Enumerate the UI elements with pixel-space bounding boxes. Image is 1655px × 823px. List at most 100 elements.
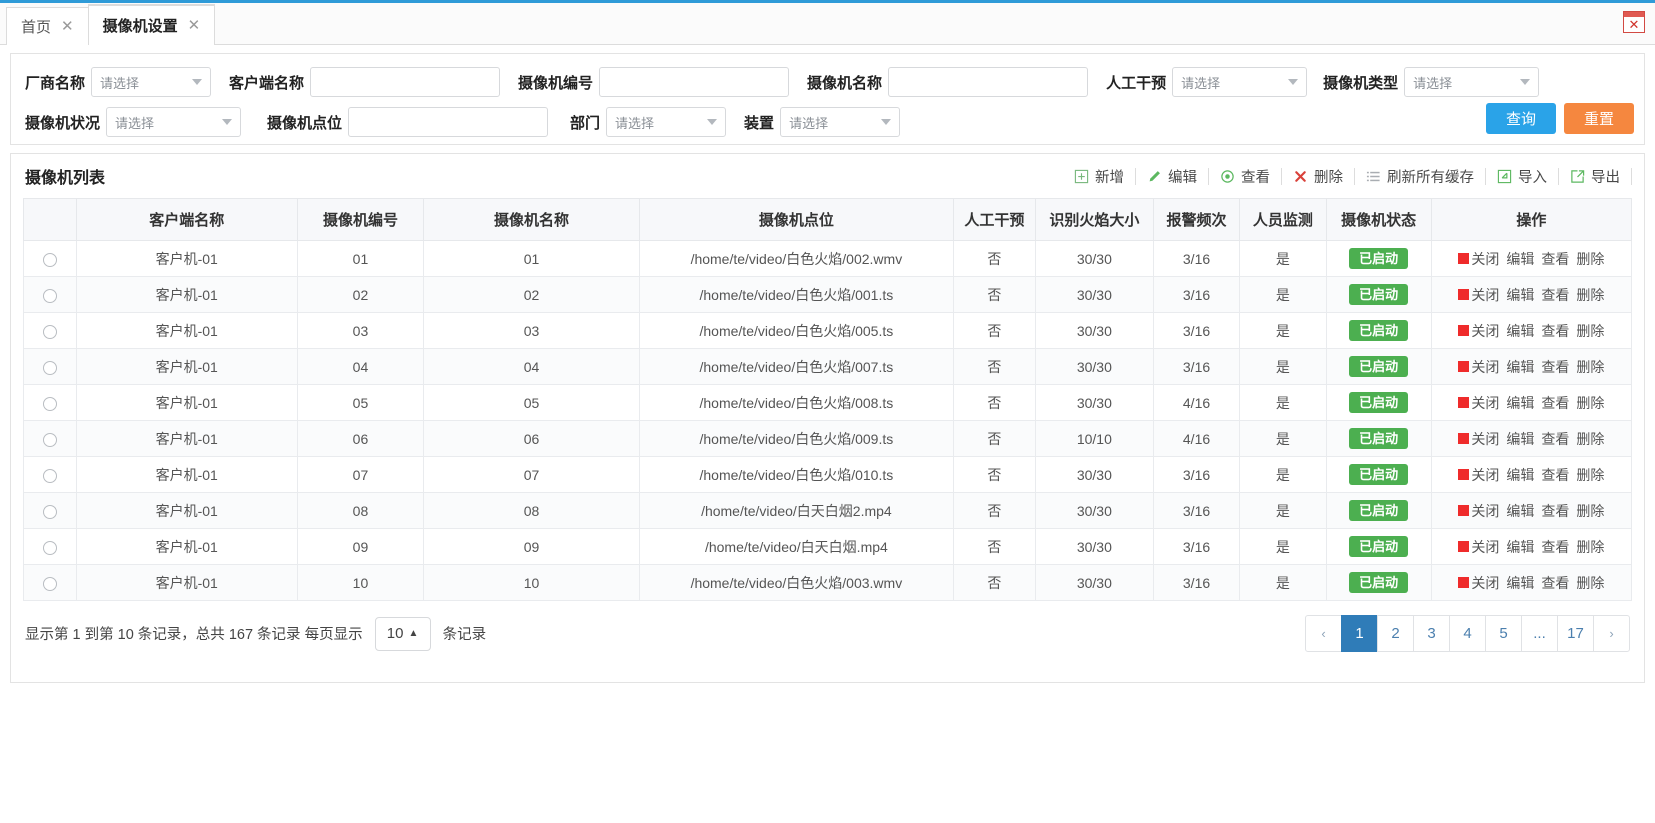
cell-flame-size: 30/30 <box>1034 492 1154 529</box>
op-close-button[interactable]: 关闭 <box>1458 357 1499 377</box>
pagination-page[interactable]: 1 <box>1341 615 1378 652</box>
op-close-button[interactable]: 关闭 <box>1458 537 1499 557</box>
op-delete-button[interactable]: 删除 <box>1576 537 1604 557</box>
op-delete-button[interactable]: 删除 <box>1576 357 1604 377</box>
tab-camera-settings-close-icon[interactable]: ✕ <box>188 18 201 33</box>
pagination-page[interactable]: 17 <box>1557 615 1594 652</box>
table-row[interactable]: 客户机-01 09 09/home/te/video/白天白烟.mp4 否 30/30 3… <box>23 528 1633 565</box>
row-radio[interactable] <box>42 252 57 267</box>
chevron-down-icon <box>1520 79 1531 85</box>
op-delete-button[interactable]: 删除 <box>1576 501 1604 521</box>
op-edit-button[interactable]: 编辑 <box>1506 537 1534 557</box>
filter-camera-condition-select[interactable]: 请选择 <box>106 107 242 137</box>
reset-button[interactable]: 重置 <box>1564 103 1634 134</box>
filter-camera-name-input[interactable] <box>888 67 1089 97</box>
pagination-prev[interactable]: ‹ <box>1305 615 1342 652</box>
op-view-button[interactable]: 查看 <box>1541 537 1569 557</box>
op-edit-button[interactable]: 编辑 <box>1506 285 1534 305</box>
cell-person-monitor: 是 <box>1239 528 1327 565</box>
tab-home[interactable]: 首页 ✕ <box>6 7 89 45</box>
op-delete-button[interactable]: 删除 <box>1576 573 1604 593</box>
pagination-next[interactable]: › <box>1593 615 1630 652</box>
op-close-button[interactable]: 关闭 <box>1458 429 1499 449</box>
record-summary-prefix: 显示第 1 到第 10 条记录，总共 167 条记录 每页显示 <box>25 627 363 643</box>
op-delete-button[interactable]: 删除 <box>1576 393 1604 413</box>
op-view-button[interactable]: 查看 <box>1541 465 1569 485</box>
op-view-button[interactable]: 查看 <box>1541 429 1569 449</box>
table-row[interactable]: 客户机-01 01 01/home/te/video/白色火焰/002.wmv 否 30… <box>23 240 1633 277</box>
filter-department-select[interactable]: 请选择 <box>606 107 727 137</box>
op-view-button[interactable]: 查看 <box>1541 573 1569 593</box>
table-row[interactable]: 客户机-01 06 06/home/te/video/白色火焰/009.ts 否 10/… <box>23 420 1633 457</box>
tab-camera-settings[interactable]: 摄像机设置 ✕ <box>87 4 216 45</box>
page-size-select[interactable]: 10 ▲ <box>374 616 431 651</box>
op-close-button[interactable]: 关闭 <box>1458 501 1499 521</box>
filter-device-select[interactable]: 请选择 <box>780 107 901 137</box>
op-view-button[interactable]: 查看 <box>1541 321 1569 341</box>
row-operations: 关闭 编辑 查看 删除 <box>1438 429 1625 449</box>
filter-camera-code-input[interactable] <box>599 67 790 97</box>
tab-home-close-icon[interactable]: ✕ <box>61 19 74 34</box>
window-close-button[interactable]: ✕ <box>1623 11 1645 33</box>
op-delete-button[interactable]: 删除 <box>1576 465 1604 485</box>
row-radio[interactable] <box>42 576 57 591</box>
filter-camera-type-select[interactable]: 请选择 <box>1404 67 1540 97</box>
op-edit-button[interactable]: 编辑 <box>1506 573 1534 593</box>
row-radio[interactable] <box>42 324 57 339</box>
row-radio[interactable] <box>42 396 57 411</box>
filter-vendor-name-select[interactable]: 请选择 <box>91 67 212 97</box>
row-radio[interactable] <box>42 540 57 555</box>
row-radio[interactable] <box>42 288 57 303</box>
toolbar-view-button[interactable]: 查看 <box>1209 166 1281 187</box>
op-edit-button[interactable]: 编辑 <box>1506 357 1534 377</box>
table-row[interactable]: 客户机-01 07 07/home/te/video/白色火焰/010.ts 否 30/… <box>23 456 1633 493</box>
pagination-page[interactable]: 3 <box>1413 615 1450 652</box>
toolbar-edit-button[interactable]: 编辑 <box>1136 166 1208 187</box>
op-edit-button[interactable]: 编辑 <box>1506 249 1534 269</box>
row-radio[interactable] <box>42 504 57 519</box>
toolbar-export-button[interactable]: 导出 <box>1559 166 1631 187</box>
toolbar-import-button[interactable]: 导入 <box>1486 166 1558 187</box>
toolbar-add-button[interactable]: 新增 <box>1063 166 1135 187</box>
op-view-button[interactable]: 查看 <box>1541 357 1569 377</box>
op-close-button[interactable]: 关闭 <box>1458 285 1499 305</box>
table-row[interactable]: 客户机-01 04 04/home/te/video/白色火焰/007.ts 否 30/… <box>23 348 1633 385</box>
op-view-button[interactable]: 查看 <box>1541 501 1569 521</box>
op-edit-button[interactable]: 编辑 <box>1506 429 1534 449</box>
op-edit-button[interactable]: 编辑 <box>1506 393 1534 413</box>
op-edit-button[interactable]: 编辑 <box>1506 501 1534 521</box>
pagination-page[interactable]: ... <box>1521 615 1558 652</box>
table-row[interactable]: 客户机-01 05 05/home/te/video/白色火焰/008.ts 否 30/… <box>23 384 1633 421</box>
toolbar-delete-button[interactable]: 删除 <box>1282 166 1354 187</box>
op-delete-button[interactable]: 删除 <box>1576 321 1604 341</box>
op-view-button[interactable]: 查看 <box>1541 249 1569 269</box>
row-radio[interactable] <box>42 468 57 483</box>
op-view-button[interactable]: 查看 <box>1541 393 1569 413</box>
op-view-button[interactable]: 查看 <box>1541 285 1569 305</box>
table-row[interactable]: 客户机-01 02 02/home/te/video/白色火焰/001.ts 否 30/… <box>23 276 1633 313</box>
row-radio[interactable] <box>42 360 57 375</box>
pagination-page[interactable]: 2 <box>1377 615 1414 652</box>
pagination-page[interactable]: 4 <box>1449 615 1486 652</box>
op-delete-button[interactable]: 删除 <box>1576 429 1604 449</box>
filter-camera-point-input[interactable] <box>348 107 549 137</box>
op-edit-button[interactable]: 编辑 <box>1506 465 1534 485</box>
cell-client-name: 客户机-01 <box>75 420 298 457</box>
pagination-page[interactable]: 5 <box>1485 615 1522 652</box>
op-edit-button[interactable]: 编辑 <box>1506 321 1534 341</box>
filter-client-name-input[interactable] <box>310 67 501 97</box>
op-close-button[interactable]: 关闭 <box>1458 393 1499 413</box>
table-row[interactable]: 客户机-01 08 08/home/te/video/白天白烟2.mp4 否 30/30… <box>23 492 1633 529</box>
op-delete-button[interactable]: 删除 <box>1576 285 1604 305</box>
op-close-button[interactable]: 关闭 <box>1458 249 1499 269</box>
filter-manual-intervention-select[interactable]: 请选择 <box>1172 67 1308 97</box>
op-close-button[interactable]: 关闭 <box>1458 573 1499 593</box>
row-radio[interactable] <box>42 432 57 447</box>
op-close-button[interactable]: 关闭 <box>1458 465 1499 485</box>
op-delete-button[interactable]: 删除 <box>1576 249 1604 269</box>
op-close-button[interactable]: 关闭 <box>1458 321 1499 341</box>
table-row[interactable]: 客户机-01 10 10/home/te/video/白色火焰/003.wmv 否 30… <box>23 564 1633 601</box>
toolbar-refresh-cache-button[interactable]: 刷新所有缓存 <box>1355 166 1485 187</box>
search-button[interactable]: 查询 <box>1486 103 1556 134</box>
table-row[interactable]: 客户机-01 03 03/home/te/video/白色火焰/005.ts 否 30/… <box>23 312 1633 349</box>
